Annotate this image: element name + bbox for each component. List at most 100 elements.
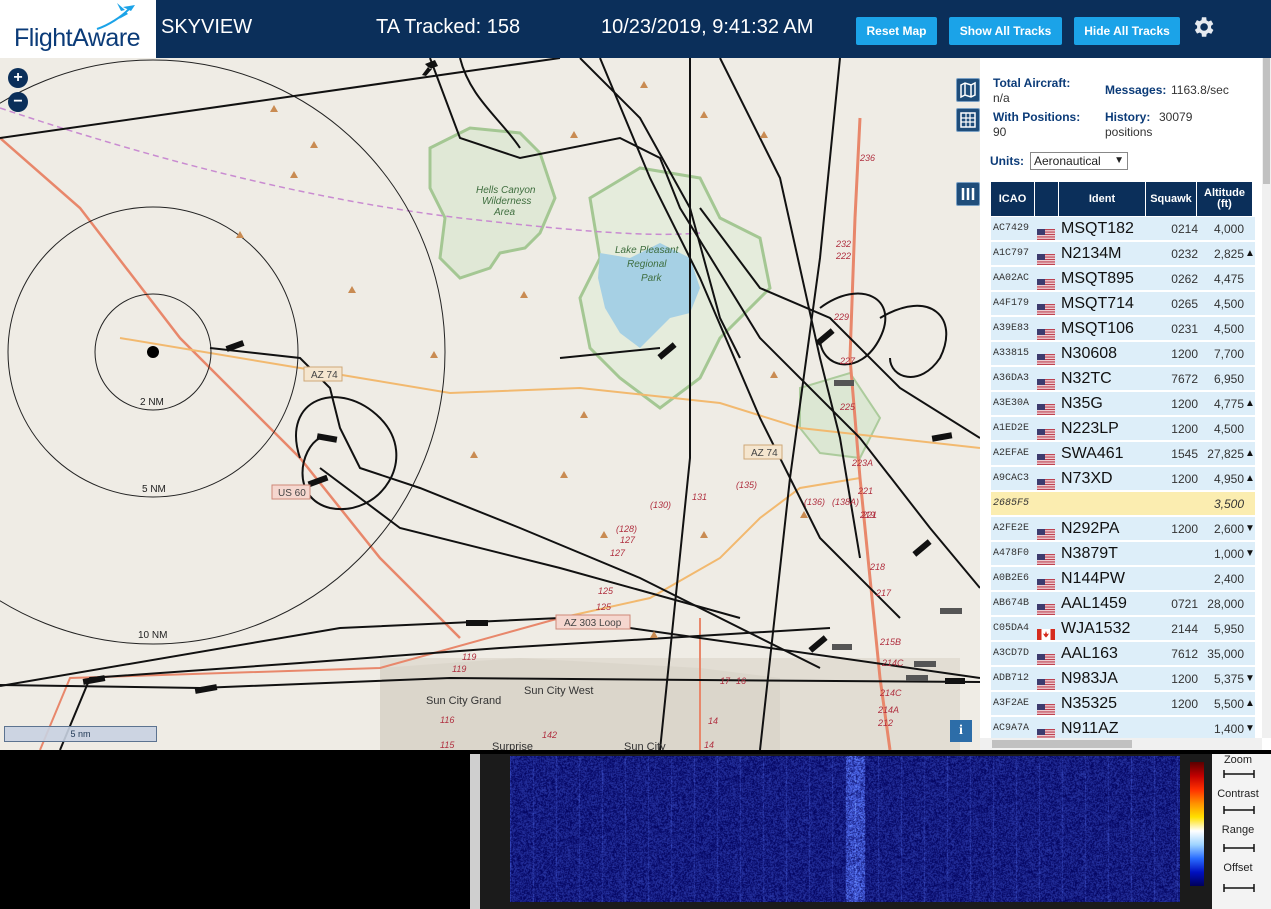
table-row[interactable]: A4F179 MSQT714 0265 4,500 (991, 292, 1255, 316)
table-row[interactable]: AA02AC MSQT895 0262 4,475 (991, 267, 1255, 291)
row-altitude: 4,500 (1213, 297, 1244, 311)
svg-text:Sun City Grand: Sun City Grand (426, 695, 501, 707)
columns-toggle-button[interactable] (956, 182, 980, 206)
canada-flag-icon (1037, 624, 1055, 640)
table-row[interactable]: A1ED2E N223LP 1200 4,500 (991, 417, 1255, 441)
table-row[interactable]: A0B2E6 N144PW 2,400 (991, 567, 1255, 591)
scrollbar-thumb[interactable] (1263, 58, 1270, 184)
row-ident: N30608 (1061, 345, 1118, 362)
row-altitude-trend: ▲ (1245, 398, 1255, 409)
show-all-tracks-button[interactable]: Show All Tracks (949, 17, 1062, 45)
units-select[interactable]: Aeronautical ▼ (1030, 152, 1128, 170)
row-altitude-trend: ▼ (1245, 523, 1255, 534)
logo-text: FlightAware (14, 24, 141, 52)
spectrogram-waterfall[interactable] (510, 756, 1180, 902)
row-altitude-trend: ▼ (1245, 548, 1255, 559)
col-header-ident[interactable]: Ident (1059, 182, 1145, 216)
row-altitude-trend: ▲ (1245, 448, 1255, 459)
messages-value: 1163.8/sec (1171, 83, 1229, 97)
reset-map-button[interactable]: Reset Map (856, 17, 937, 45)
gear-icon[interactable] (1190, 14, 1216, 40)
svg-text:AZ 74: AZ 74 (311, 370, 338, 381)
table-vertical-scrollbar[interactable] (1262, 58, 1271, 738)
table-row[interactable]: AC7429 MSQT182 0214 4,000 (991, 217, 1255, 241)
history-label: History: (1105, 110, 1151, 124)
hide-all-tracks-button[interactable]: Hide All Tracks (1074, 17, 1180, 45)
svg-text:229: 229 (833, 312, 849, 322)
us-flag-icon (1037, 599, 1055, 615)
with-positions-value: 90 (993, 125, 1007, 139)
svg-text:119: 119 (452, 664, 466, 674)
zoom-slider-icon[interactable] (1222, 768, 1256, 780)
us-flag-icon (1037, 474, 1055, 490)
map-info-button[interactable]: i (950, 720, 972, 742)
skyview-app: FlightAware SKYVIEW TA Tracked: 158 10/2… (0, 0, 1271, 909)
offset-slider-icon[interactable] (1222, 882, 1256, 894)
map-icon (960, 81, 976, 99)
svg-text:116: 116 (440, 715, 454, 725)
svg-text:218: 218 (869, 562, 885, 572)
col-header-icao[interactable]: ICAO (991, 182, 1034, 216)
us-flag-icon (1037, 549, 1055, 565)
us-flag-icon (1037, 524, 1055, 540)
table-row[interactable]: A3E30A N35G 1200 4,775 ▲ (991, 392, 1255, 416)
table-row[interactable]: A3F2AE N35325 1200 5,500 ▲ (991, 692, 1255, 716)
col-header-flag[interactable] (1035, 182, 1058, 216)
us-flag-icon (1037, 649, 1055, 665)
row-icao: A0B2E6 (993, 573, 1030, 584)
table-row[interactable]: C05DA4 WJA1532 2144 5,950 (991, 617, 1255, 641)
row-icao: A1C797 (993, 248, 1030, 259)
table-row[interactable]: A9CAC3 N73XD 1200 4,950 ▲ (991, 467, 1255, 491)
svg-text:125: 125 (596, 602, 612, 612)
table-row[interactable]: A478F0 N3879T 1,000 ▼ (991, 542, 1255, 566)
svg-text:225: 225 (839, 402, 856, 412)
map-layers-button[interactable] (956, 78, 980, 102)
table-row[interactable]: A3CD7D AAL163 7612 35,000 (991, 642, 1255, 666)
chevron-down-icon: ▼ (1114, 155, 1124, 166)
svg-text:221: 221 (857, 486, 873, 496)
col-header-altitude[interactable]: Altitude (ft) (1197, 182, 1252, 216)
zoom-out-button[interactable]: − (8, 92, 28, 112)
row-icao: A39E83 (993, 323, 1030, 334)
table-row[interactable]: A33815 N30608 1200 7,700 (991, 342, 1255, 366)
map-view[interactable]: 2 NM 5 NM 10 NM Hells Canyon Wilderness … (0, 58, 980, 750)
row-squawk: 0721 (1171, 597, 1198, 611)
table-row[interactable]: AB674B AAL1459 0721 28,000 (991, 592, 1255, 616)
table-row[interactable]: A39E83 MSQT106 0231 4,500 (991, 317, 1255, 341)
us-flag-icon (1037, 224, 1055, 240)
svg-text:(130): (130) (650, 500, 671, 510)
row-icao: AC7429 (993, 223, 1030, 234)
scrollbar-thumb[interactable] (992, 740, 1132, 748)
map-canvas[interactable]: 2 NM 5 NM 10 NM Hells Canyon Wilderness … (0, 58, 980, 750)
table-row[interactable]: ADB712 N983JA 1200 5,375 ▼ (991, 667, 1255, 691)
row-icao: A33815 (993, 348, 1030, 359)
table-row[interactable]: 2685F5 3,500 (991, 492, 1255, 516)
table-row[interactable]: A1C797 N2134M 0232 2,825 ▲ (991, 242, 1255, 266)
svg-text:(138A): (138A) (832, 497, 859, 507)
table-row[interactable]: A2FE2E N292PA 1200 2,600 ▼ (991, 517, 1255, 541)
svg-text:14: 14 (704, 740, 714, 750)
contrast-slider-icon[interactable] (1222, 804, 1256, 816)
table-horizontal-scrollbar[interactable] (980, 738, 1262, 750)
row-altitude: 2,600 (1213, 522, 1244, 536)
table-row[interactable]: A2EFAE SWA461 1545 27,825 ▲ (991, 442, 1255, 466)
col-header-squawk[interactable]: Squawk (1146, 182, 1196, 216)
table-row[interactable]: A36DA3 N32TC 7672 6,950 (991, 367, 1255, 391)
grid-toggle-button[interactable] (956, 108, 980, 132)
svg-text:223A: 223A (851, 458, 873, 468)
row-squawk: 0214 (1171, 222, 1198, 236)
flightaware-logo[interactable]: FlightAware (0, 0, 156, 58)
row-icao: A3E30A (993, 398, 1030, 409)
us-flag-icon (1037, 699, 1055, 715)
range-slider-icon[interactable] (1222, 842, 1256, 854)
us-flag-icon (1037, 274, 1055, 290)
us-flag-icon (1037, 574, 1055, 590)
row-altitude: 6,950 (1213, 372, 1244, 386)
us-flag-icon (1037, 299, 1055, 315)
row-altitude-trend: ▲ (1245, 248, 1255, 259)
svg-text:125: 125 (598, 586, 614, 596)
units-selected-value: Aeronautical (1034, 154, 1101, 168)
row-ident: N35G (1061, 395, 1103, 412)
zoom-in-button[interactable]: + (8, 68, 28, 88)
row-icao: 2685F5 (993, 498, 1030, 509)
